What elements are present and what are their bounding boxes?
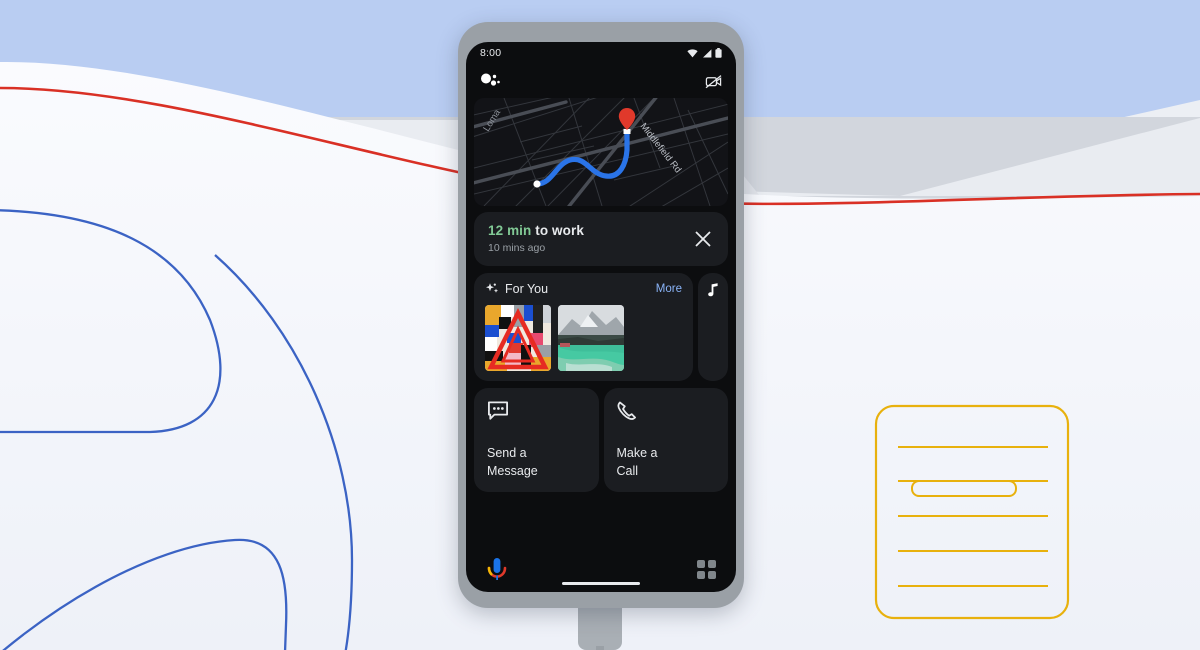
trip-subtitle: 10 mins ago [488, 242, 546, 254]
origin-dot-icon [533, 180, 541, 188]
battery-icon [715, 48, 722, 58]
trip-eta-card[interactable]: 12 min to work 10 mins ago [474, 212, 728, 266]
status-time: 8:00 [480, 47, 502, 59]
trip-text: 12 min to work 10 mins ago [488, 223, 584, 254]
for-you-header: For You More [485, 282, 682, 296]
assistant-dots-icon[interactable] [480, 72, 502, 90]
album-art-geometric [485, 305, 551, 371]
status-icons [687, 48, 722, 58]
map-canvas: Loma Middlefield Rd [474, 98, 728, 206]
trip-destination: to work [531, 223, 584, 238]
tile-send-message[interactable]: Send a Message [474, 388, 599, 492]
trip-close-button[interactable] [690, 226, 716, 252]
signal-icon [702, 48, 711, 57]
message-bubble-icon [487, 401, 508, 420]
google-assistant-mic-icon[interactable] [486, 556, 508, 582]
media-widget-strip[interactable] [698, 273, 728, 381]
trip-title: 12 min to work [488, 223, 584, 238]
tile-send-message-line2: Message [487, 463, 538, 478]
for-you-more-link[interactable]: More [656, 283, 682, 295]
action-tiles: Send a Message Make a Call [474, 388, 728, 492]
phone-handset-icon [617, 401, 636, 420]
sparkle-icon [486, 283, 499, 293]
assistant-row [466, 64, 736, 98]
wifi-icon [687, 48, 698, 57]
trip-eta: 12 min [488, 223, 532, 238]
close-icon [695, 230, 711, 247]
grid-cell [708, 559, 716, 568]
grid-cell [697, 559, 705, 568]
tile-make-call-label: Make a Call [617, 444, 716, 480]
for-you-card[interactable]: For You More [474, 273, 693, 381]
tile-make-call[interactable]: Make a Call [603, 388, 728, 492]
music-note-icon [708, 283, 718, 297]
phone-screen: 8:00 Loma Middlefield Rd 12 min to work … [466, 42, 736, 592]
tile-send-message-label: Send a Message [487, 444, 586, 480]
map-widget[interactable]: Loma Middlefield Rd [474, 98, 728, 206]
video-off-icon[interactable] [705, 74, 722, 89]
home-indicator[interactable] [562, 582, 640, 585]
thumbnail-photo[interactable] [558, 305, 624, 371]
grid-cell [708, 570, 716, 579]
for-you-title-group: For You [485, 282, 548, 296]
tile-make-call-line2: Call [616, 463, 639, 478]
photo-mountain-lake [558, 305, 624, 371]
status-bar: 8:00 [466, 42, 736, 64]
bottom-nav-bar [466, 546, 736, 592]
tile-send-message-line1: Send a [487, 445, 527, 460]
thumbnail-album-art[interactable] [485, 305, 551, 371]
phone-device: 8:00 Loma Middlefield Rd 12 min to work … [458, 22, 744, 608]
for-you-title: For You [505, 282, 549, 296]
grid-cell [697, 570, 705, 579]
app-grid-icon[interactable] [697, 559, 716, 579]
for-you-row: For You More [474, 273, 728, 381]
for-you-thumbnails [485, 305, 682, 371]
tile-make-call-line1: Make a [616, 445, 658, 460]
